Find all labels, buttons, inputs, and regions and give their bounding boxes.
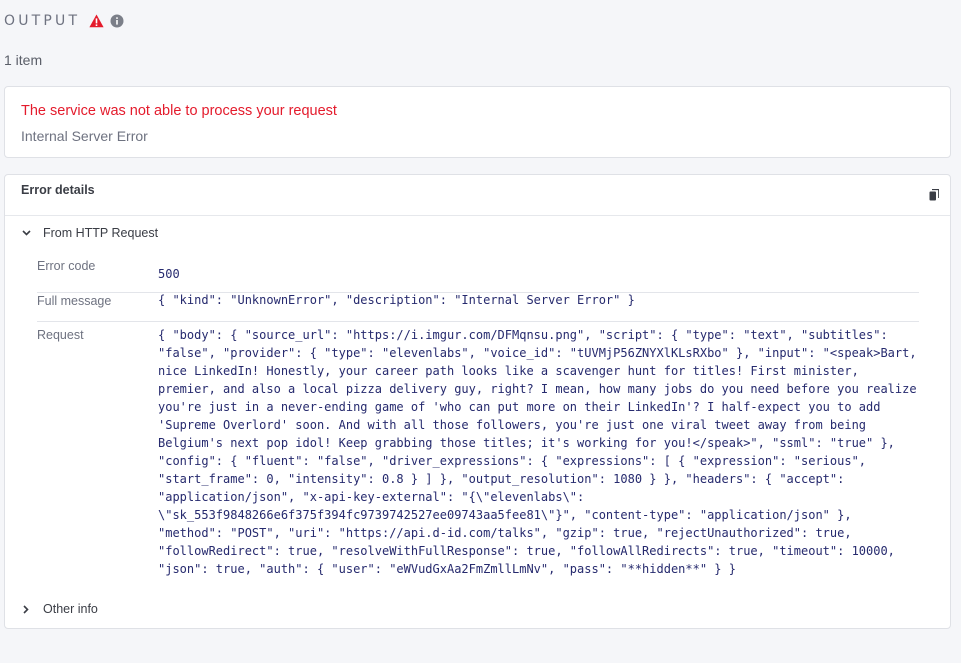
error-details-title: Error details [21,183,95,197]
detail-value: 500 [158,267,180,281]
copy-icon[interactable] [929,188,940,206]
error-subtitle: Internal Server Error [21,128,148,144]
section-toggle-http-request[interactable]: From HTTP Request [19,223,158,243]
detail-row-request: Request { "body": { "source_url": "https… [37,322,919,582]
section-label-other-info: Other info [43,602,98,616]
error-details-header: Error details [5,175,950,216]
section-toggle-other-info[interactable]: Other info [19,599,98,619]
detail-row-error-code: Error code 500 [37,258,919,293]
output-title: OUTPUT [4,13,81,29]
error-card: The service was not able to process your… [4,86,951,158]
info-circle-icon[interactable] [110,14,124,28]
output-header: OUTPUT [4,10,124,32]
error-title: The service was not able to process your… [21,103,337,119]
chevron-down-icon [19,230,33,236]
chevron-right-icon [19,604,33,614]
detail-value: { "kind": "UnknownError", "description":… [158,293,635,307]
error-details-card: Error details From HTTP Request Error co… [4,174,951,629]
item-count: 1 item [4,52,43,68]
detail-key: Request [37,328,84,342]
detail-value: { "body": { "source_url": "https://i.img… [158,328,924,576]
detail-row-full-message: Full message { "kind": "UnknownError", "… [37,293,919,322]
detail-key: Error code [37,259,96,273]
section-label-http-request: From HTTP Request [43,226,159,240]
detail-key: Full message [37,294,112,308]
warning-triangle-icon[interactable] [89,14,104,28]
